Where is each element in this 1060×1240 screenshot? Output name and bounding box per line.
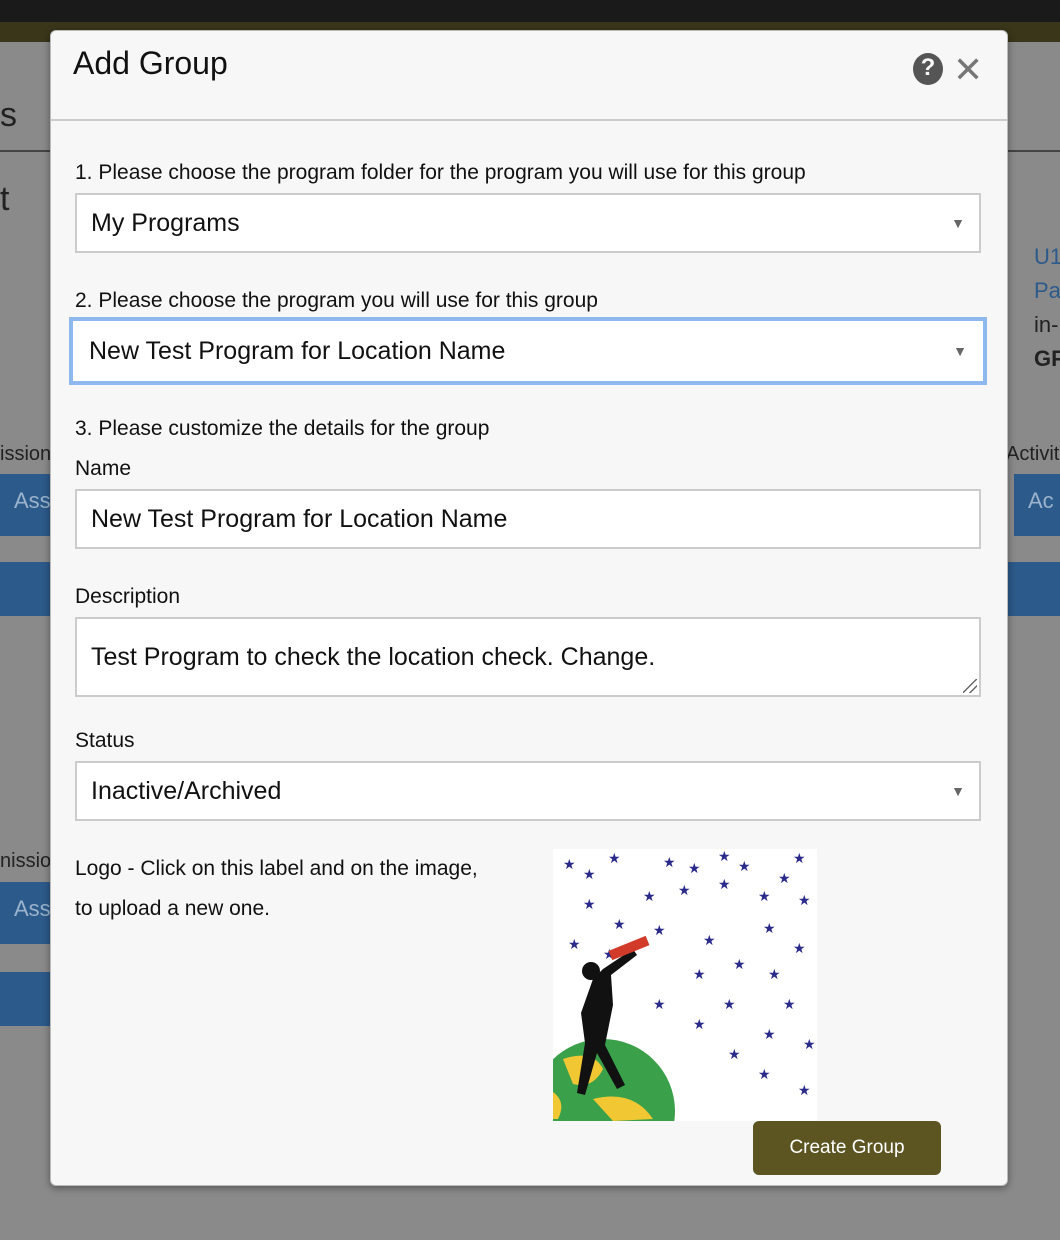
svg-text:★: ★ — [758, 888, 771, 904]
program-select[interactable]: New Test Program for Location Name ▼ — [73, 321, 983, 381]
caret-down-icon: ▼ — [953, 343, 967, 359]
svg-text:★: ★ — [763, 920, 776, 936]
name-input[interactable]: New Test Program for Location Name — [75, 489, 981, 549]
svg-text:★: ★ — [653, 996, 666, 1012]
input-value: New Test Program for Location Name — [91, 504, 508, 533]
resize-handle-icon[interactable] — [963, 679, 977, 693]
svg-text:★: ★ — [693, 1016, 706, 1032]
program-folder-select[interactable]: My Programs ▼ — [75, 193, 981, 253]
svg-text:★: ★ — [663, 854, 676, 870]
bg-text: Pa — [1034, 278, 1060, 303]
logo-label[interactable]: Logo - Click on this label and on the im… — [75, 857, 478, 921]
svg-text:★: ★ — [718, 849, 731, 864]
bg-button: Ass — [0, 474, 51, 536]
logo-image[interactable]: ★ ★ ★ ★ ★ ★ ★ ★ ★ ★ ★ ★ ★ ★ ★ ★ ★ ★ ★ ★ ★ ★ ★ ★ ★ ★ ★ ★ ★ ★ ★ ★ ★ ★ — [553, 849, 817, 1121]
step1-label: 1. Please choose the program folder for … — [75, 161, 806, 184]
top-bar — [0, 0, 1060, 22]
divider — [1006, 150, 1060, 152]
select-value: My Programs — [91, 208, 240, 237]
svg-text:★: ★ — [798, 1082, 811, 1098]
svg-text:★: ★ — [733, 956, 746, 972]
description-label: Description — [75, 585, 181, 608]
svg-text:★: ★ — [738, 858, 751, 874]
svg-text:★: ★ — [678, 882, 691, 898]
svg-text:★: ★ — [758, 1066, 771, 1082]
bg-text: in- — [1034, 312, 1059, 337]
svg-text:★: ★ — [608, 850, 621, 866]
divider — [51, 119, 1007, 121]
create-group-button[interactable]: Create Group — [753, 1121, 941, 1175]
status-label: Status — [75, 729, 135, 752]
bg-text: GF — [1034, 346, 1060, 371]
svg-text:★: ★ — [563, 856, 576, 872]
svg-text:★: ★ — [583, 896, 596, 912]
svg-text:★: ★ — [718, 876, 731, 892]
svg-text:★: ★ — [803, 1036, 816, 1052]
modal-title: Add Group — [73, 45, 228, 81]
svg-text:★: ★ — [783, 996, 796, 1012]
caret-down-icon: ▼ — [951, 783, 965, 799]
name-label: Name — [75, 457, 132, 480]
svg-text:★: ★ — [688, 860, 701, 876]
bg-text: t — [0, 180, 10, 218]
select-value: New Test Program for Location Name — [89, 336, 506, 365]
description-textarea[interactable]: Test Program to check the location check… — [75, 617, 981, 697]
svg-text:★: ★ — [798, 892, 811, 908]
select-value: Inactive/Archived — [91, 776, 282, 805]
bg-button — [0, 562, 50, 616]
logo-label-line: Logo - Click on this label and on the im… — [75, 857, 478, 880]
svg-text:★: ★ — [728, 1046, 741, 1062]
svg-text:★: ★ — [793, 850, 806, 866]
svg-text:★: ★ — [643, 888, 656, 904]
bg-button: Ac — [1014, 474, 1060, 536]
svg-text:★: ★ — [793, 940, 806, 956]
bg-text: Activities — [1006, 443, 1060, 465]
bg-text: nissio — [0, 850, 52, 872]
bg-button: Ass — [0, 882, 51, 944]
svg-text:★: ★ — [568, 936, 581, 952]
svg-text:★: ★ — [763, 1026, 776, 1042]
textarea-value: Test Program to check the location check… — [91, 642, 656, 671]
bg-text: s — [0, 96, 17, 134]
svg-text:★: ★ — [613, 916, 626, 932]
bg-button — [0, 972, 50, 1026]
status-select[interactable]: Inactive/Archived ▼ — [75, 761, 981, 821]
bg-text: U1 — [1034, 244, 1060, 269]
bg-button — [1006, 562, 1060, 616]
stargazer-illustration: ★★★ ★ ★★★ ★★★ ★★ ★★★★ ★★★★★★★★★★ ★★★★★★★★ — [553, 849, 816, 1121]
caret-down-icon: ▼ — [951, 215, 965, 231]
svg-text:★: ★ — [703, 932, 716, 948]
svg-text:★: ★ — [768, 966, 781, 982]
svg-text:★: ★ — [653, 922, 666, 938]
step2-label: 2. Please choose the program you will us… — [75, 289, 598, 312]
svg-text:★: ★ — [693, 966, 706, 982]
step3-label: 3. Please customize the details for the … — [75, 417, 490, 440]
question-circle-icon[interactable]: ? — [913, 53, 943, 85]
svg-text:★: ★ — [723, 996, 736, 1012]
logo-label-line: to upload a new one. — [75, 897, 270, 920]
add-group-modal: Add Group ? ✕ 1. Please choose the progr… — [50, 30, 1008, 1186]
divider — [0, 150, 50, 152]
svg-text:★: ★ — [778, 870, 791, 886]
close-icon[interactable]: ✕ — [953, 49, 983, 91]
svg-text:★: ★ — [583, 866, 596, 882]
